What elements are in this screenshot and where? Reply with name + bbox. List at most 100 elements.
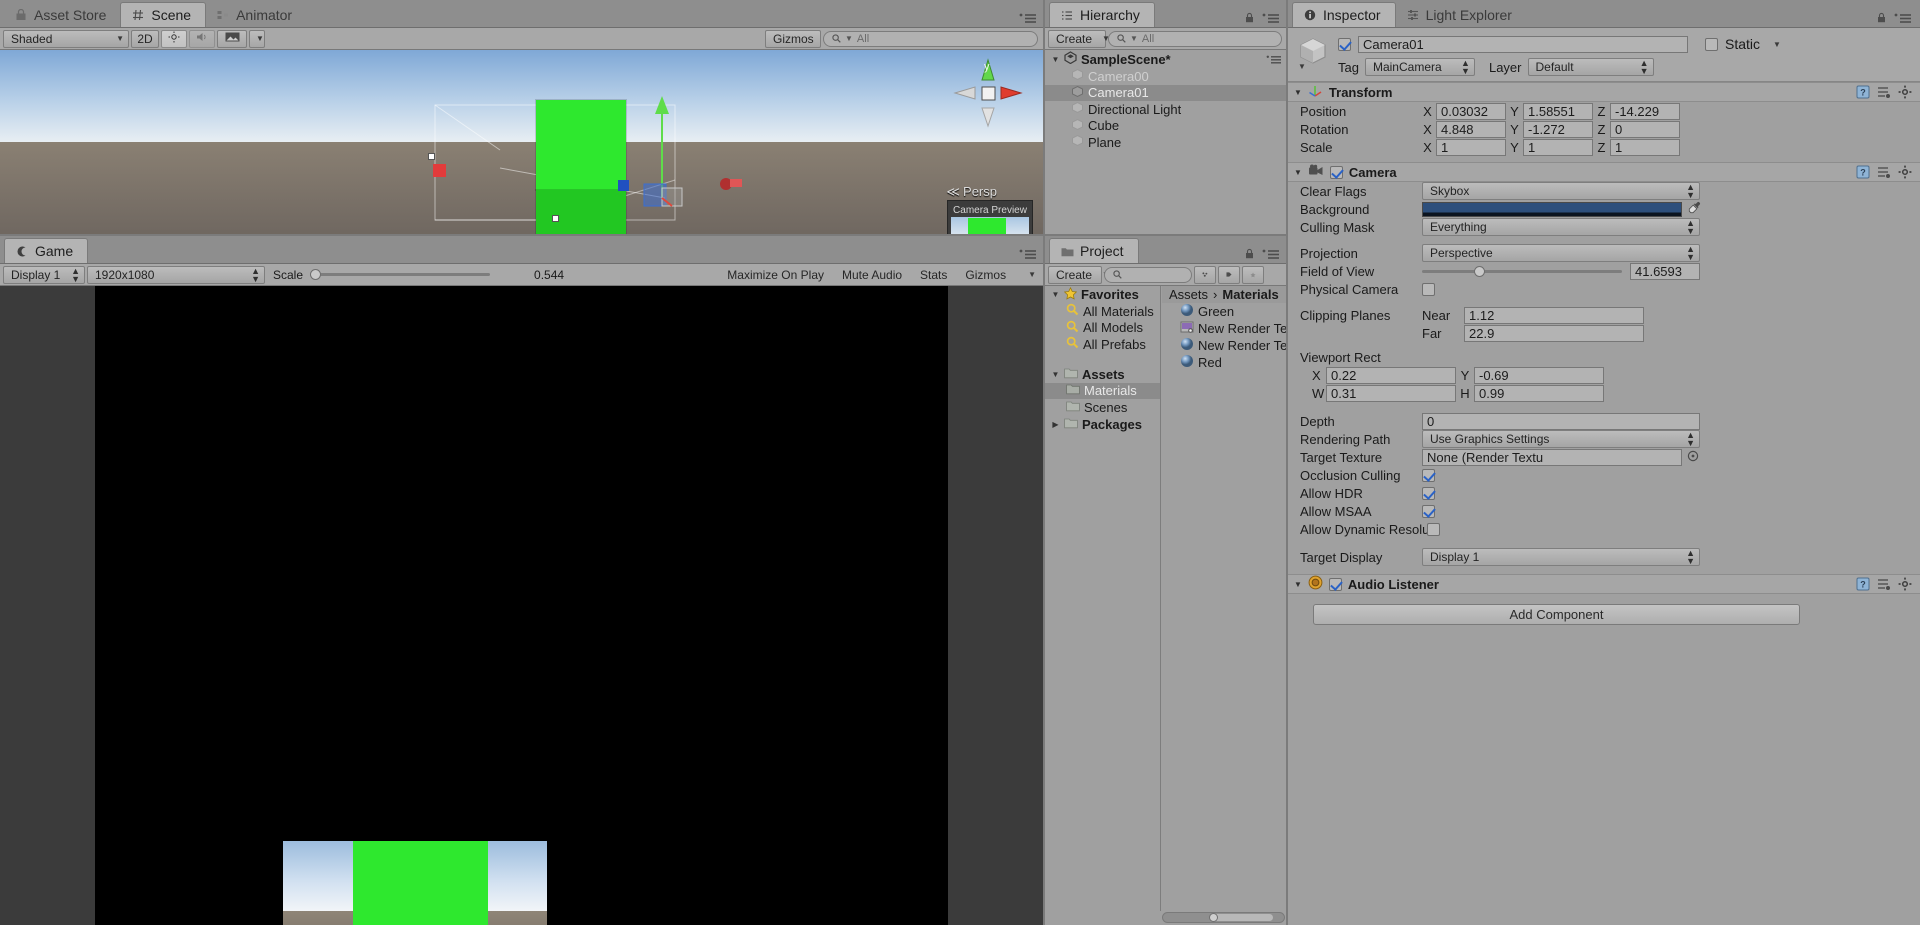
project-favorite-all-prefabs[interactable]: All Prefabs: [1045, 336, 1160, 353]
project-asset-list[interactable]: Assets › Materials Green New Render Te N…: [1162, 286, 1288, 911]
culling-mask-dropdown[interactable]: Everything ▲ ▼: [1422, 218, 1700, 236]
project-folder-materials[interactable]: Materials: [1045, 382, 1160, 399]
hierarchy-search-input[interactable]: ▼ All: [1108, 30, 1282, 47]
allow-dynamic-resolution-checkbox[interactable]: [1427, 522, 1440, 536]
camera-component-header[interactable]: ▼ Camera ?: [1288, 162, 1920, 182]
shading-mode-dropdown[interactable]: Shaded ▼: [3, 29, 129, 48]
stats-button[interactable]: Stats: [912, 266, 955, 284]
scene-fx-button[interactable]: [217, 29, 247, 48]
projection-dropdown[interactable]: Perspective ▲ ▼: [1422, 244, 1700, 262]
chevron-down-icon[interactable]: ▼: [1294, 580, 1302, 589]
splitter-scene-game[interactable]: [0, 234, 1045, 236]
allow-msaa-checkbox[interactable]: [1422, 504, 1435, 518]
scene-fx-dropdown[interactable]: ▼: [249, 29, 265, 48]
depth-field[interactable]: 0: [1422, 412, 1700, 430]
toggle-audio-button[interactable]: [189, 29, 215, 48]
project-folder-scenes[interactable]: Scenes: [1045, 399, 1160, 416]
preset-icon[interactable]: [1877, 577, 1891, 591]
gear-icon[interactable]: [1898, 85, 1912, 99]
position-y-field[interactable]: 1.58551: [1523, 102, 1593, 120]
breadcrumb[interactable]: Assets › Materials: [1162, 286, 1288, 303]
game-gizmos-button[interactable]: Gizmos: [957, 266, 1014, 284]
viewport-w-field[interactable]: 0.31: [1326, 384, 1456, 402]
target-display-dropdown[interactable]: Display 1 ▲ ▼: [1422, 548, 1700, 566]
audio-listener-enabled-checkbox[interactable]: [1328, 577, 1342, 591]
viewport-x-field[interactable]: 0.22: [1326, 366, 1456, 384]
game-viewport[interactable]: [0, 286, 1045, 925]
hierarchy-scene-row[interactable]: ▼ SampleScene*: [1045, 50, 1288, 68]
project-asset-new-render-texture-1[interactable]: New Render Te: [1162, 320, 1288, 337]
game-gizmos-dropdown[interactable]: ▼: [1016, 266, 1042, 284]
tab-scene[interactable]: Scene: [120, 2, 207, 27]
scene-red-marker-left[interactable]: [433, 164, 446, 177]
game-view-tab-options[interactable]: [1019, 249, 1045, 263]
project-asset-new-render-texture-2[interactable]: New Render Te: [1162, 337, 1288, 354]
object-enabled-checkbox[interactable]: [1338, 37, 1351, 51]
layer-dropdown[interactable]: Default ▲ ▼: [1527, 58, 1654, 76]
viewport-y-field[interactable]: -0.69: [1474, 366, 1604, 384]
hierarchy-tab-options[interactable]: [1244, 12, 1288, 27]
hierarchy-item-camera00[interactable]: Camera00: [1045, 68, 1288, 85]
chevron-down-icon[interactable]: ▼: [1051, 370, 1060, 379]
scene-viewport[interactable]: y ≪ Persp Camera Preview: [0, 50, 1045, 236]
chevron-down-icon[interactable]: ▼: [1773, 40, 1781, 49]
near-field[interactable]: 1.12: [1464, 306, 1644, 324]
viewport-h-field[interactable]: 0.99: [1474, 384, 1604, 402]
breadcrumb-root[interactable]: Assets: [1169, 287, 1208, 302]
scene-perspective-label[interactable]: ≪ Persp: [946, 184, 997, 200]
hierarchy-item-cube[interactable]: Cube: [1045, 118, 1288, 135]
splitter-hierarchy-project[interactable]: [1045, 234, 1288, 236]
hierarchy-tree[interactable]: ▼ SampleScene* Camera00 Camera01 Directi…: [1045, 50, 1288, 236]
resolution-dropdown[interactable]: 1920x1080 ▲ ▼: [87, 265, 265, 284]
eyedropper-icon[interactable]: [1688, 201, 1701, 217]
chevron-down-icon[interactable]: ▼: [1294, 168, 1302, 177]
help-icon[interactable]: ?: [1856, 165, 1870, 179]
gear-icon[interactable]: [1898, 577, 1912, 591]
scene-search-input[interactable]: ▼ All: [823, 30, 1038, 47]
inspector-tab-options[interactable]: [1876, 12, 1920, 27]
transform-component-header[interactable]: ▼ Transform ?: [1288, 82, 1920, 102]
display-dropdown[interactable]: Display 1 ▲ ▼: [3, 265, 85, 284]
rotation-z-field[interactable]: 0: [1610, 120, 1680, 138]
tab-inspector[interactable]: Inspector: [1292, 2, 1396, 27]
hierarchy-item-plane[interactable]: Plane: [1045, 134, 1288, 151]
hierarchy-create-button[interactable]: Create ▼: [1048, 29, 1110, 48]
allow-hdr-checkbox[interactable]: [1422, 486, 1435, 500]
project-create-button[interactable]: Create ▼: [1048, 265, 1110, 284]
rotation-y-field[interactable]: -1.272: [1523, 120, 1593, 138]
preset-icon[interactable]: [1877, 165, 1891, 179]
scene-handle-bottom[interactable]: [552, 215, 559, 222]
physical-camera-checkbox[interactable]: [1422, 282, 1435, 296]
object-picker-icon[interactable]: [1687, 450, 1699, 465]
filter-by-type-button[interactable]: [1194, 265, 1216, 284]
occlusion-culling-checkbox[interactable]: [1422, 468, 1435, 482]
project-favorites-root[interactable]: ▼ Favorites: [1045, 286, 1160, 303]
chevron-right-icon[interactable]: ▶: [1051, 420, 1060, 429]
project-zoom-slider[interactable]: [1162, 912, 1285, 923]
breadcrumb-current[interactable]: Materials: [1222, 287, 1278, 302]
splitter-right-inspector[interactable]: [1286, 0, 1288, 925]
position-z-field[interactable]: -14.229: [1610, 102, 1680, 120]
scene-handle-left[interactable]: [428, 153, 435, 160]
chevron-down-icon[interactable]: ▼: [1051, 55, 1060, 64]
audio-listener-component-header[interactable]: ▼ Audio Listener ?: [1288, 574, 1920, 594]
chevron-down-icon[interactable]: ▼: [1051, 290, 1060, 299]
project-asset-red[interactable]: Red: [1162, 354, 1288, 371]
help-icon[interactable]: ?: [1856, 577, 1870, 591]
static-checkbox[interactable]: [1705, 37, 1718, 51]
preset-icon[interactable]: [1877, 85, 1891, 99]
far-field[interactable]: 22.9: [1464, 324, 1644, 342]
splitter-center-right[interactable]: [1043, 0, 1045, 925]
fov-slider[interactable]: [1422, 264, 1622, 278]
tab-project[interactable]: Project: [1049, 238, 1139, 263]
project-tree[interactable]: ▼ Favorites All Materials All Models All…: [1045, 286, 1161, 911]
project-search-input[interactable]: [1104, 266, 1192, 283]
camera-enabled-checkbox[interactable]: [1329, 165, 1343, 179]
maximize-on-play-button[interactable]: Maximize On Play: [719, 266, 832, 284]
object-name-field[interactable]: Camera01: [1358, 35, 1688, 53]
add-component-button[interactable]: Add Component: [1313, 604, 1800, 625]
scene-gizmos-button[interactable]: Gizmos ▼: [765, 29, 832, 48]
position-x-field[interactable]: 0.03032: [1436, 102, 1506, 120]
tab-hierarchy[interactable]: Hierarchy: [1049, 2, 1155, 27]
chevron-down-icon[interactable]: ▼: [1294, 88, 1302, 97]
